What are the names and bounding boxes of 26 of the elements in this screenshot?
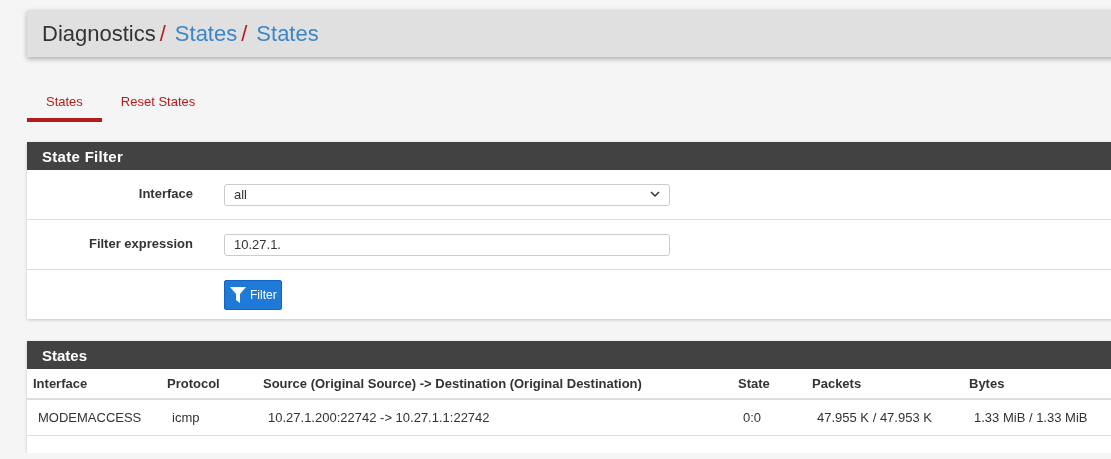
panel-header: State Filter: [27, 142, 1111, 170]
column-header: Protocol: [161, 369, 257, 399]
interface-dropdown[interactable]: all: [224, 183, 670, 206]
column-header: Interface: [27, 369, 161, 399]
column-header: Bytes: [963, 369, 1111, 399]
chevron-down-icon: [650, 191, 660, 198]
tab[interactable]: Reset States: [101, 85, 215, 122]
filter-input[interactable]: 10.27.1.: [224, 233, 670, 256]
funnel-icon: [229, 285, 247, 304]
tab[interactable]: States: [27, 85, 102, 122]
column-header: Source (Original Source) -> Destination (Original Destination): [257, 369, 732, 399]
breadcrumb-text: Diagnostics: [42, 20, 156, 47]
table-cell: 1.33 MiB / 1.33 MiB: [963, 399, 1111, 436]
field-label: Interface: [137, 185, 193, 201]
column-header: Packets: [806, 369, 963, 399]
table-cell: 47.955 K / 47.953 K: [806, 399, 963, 436]
column-header: State: [732, 369, 806, 399]
panel-header: States: [27, 341, 1111, 369]
table-cell: 0:0: [732, 399, 806, 436]
breadcrumb-separator: /: [159, 20, 166, 47]
table-cell: icmp: [161, 399, 257, 436]
field-label: Filter expression: [87, 235, 193, 251]
table-cell: 10.27.1.200:22742 -> 10.27.1.1:22742: [257, 399, 732, 436]
breadcrumb-separator: /: [241, 20, 248, 47]
table-cell: MODEMACCESS: [27, 399, 161, 436]
filter-button[interactable]: Filter: [224, 279, 282, 310]
